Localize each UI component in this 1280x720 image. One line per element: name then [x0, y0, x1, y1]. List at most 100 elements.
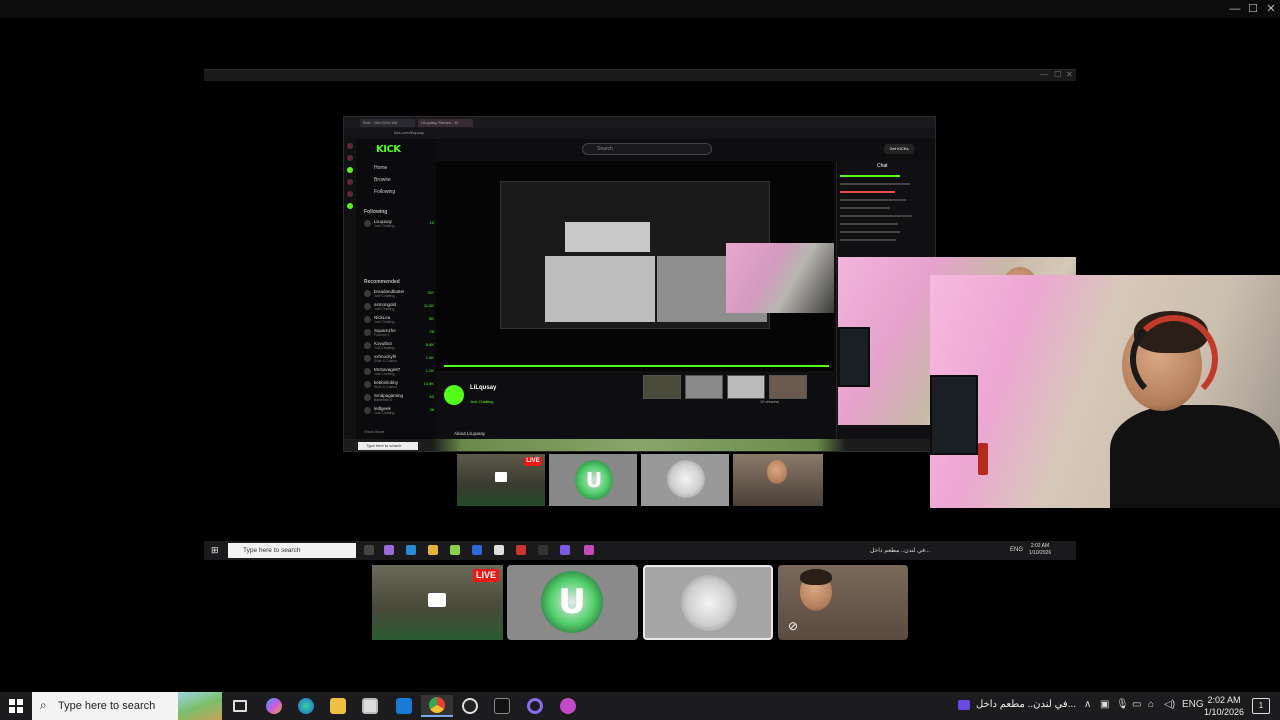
- channel-category: Pummel 2: [374, 333, 390, 337]
- window-titlebar: — ☐ ✕: [0, 0, 1280, 18]
- close-button[interactable]: ✕: [1260, 1, 1280, 17]
- inner-taskbar: ⊞ Type here to search في لندن.. مطعم داخ…: [204, 541, 1076, 560]
- tray-app-icon[interactable]: ▣: [1100, 699, 1109, 710]
- inner-clock[interactable]: 2:02 AM 1/10/2026: [1026, 543, 1054, 557]
- chrome-button[interactable]: [421, 695, 453, 717]
- following-channel[interactable]: LiLqusay Just Chatting 10: [364, 219, 434, 229]
- edge-icon[interactable]: [406, 545, 416, 555]
- show-more-link[interactable]: Show More: [364, 429, 384, 434]
- viewer-count: 11.9K: [423, 303, 434, 308]
- video-progress-bar[interactable]: [444, 365, 829, 367]
- avatar: [364, 394, 371, 401]
- microphone-icon[interactable]: 🎙: [1116, 699, 1129, 710]
- thumbnail-screen-large[interactable]: LIVE: [372, 565, 503, 640]
- network-icon[interactable]: ⌂: [1148, 699, 1154, 710]
- terminal-icon[interactable]: [538, 545, 548, 555]
- channel-category: Just Chatting: [374, 411, 395, 415]
- battery-icon[interactable]: ▭: [1132, 699, 1141, 710]
- news-ticker[interactable]: في لندن.. مطعم داخل...: [976, 699, 1076, 710]
- search-highlight-image: [178, 692, 222, 720]
- globe-avatar-icon: [667, 460, 705, 498]
- globe-avatar-icon: [681, 575, 737, 631]
- edge-icon: [298, 698, 314, 714]
- browser-tab[interactable]: Kick - Get Chi's Vid: [360, 119, 415, 127]
- viewer-count: 36: [429, 407, 434, 412]
- discord-button[interactable]: [552, 695, 584, 717]
- recommended-channel[interactable]: McSavage87 Just Chatting 1.2K: [364, 367, 434, 377]
- terminal-button[interactable]: [486, 695, 518, 717]
- terminal-icon: [494, 698, 510, 714]
- thumbnail-webcam[interactable]: [733, 454, 823, 506]
- store-button[interactable]: [354, 695, 386, 717]
- avatar: [364, 355, 371, 362]
- edge-button[interactable]: [290, 695, 322, 717]
- clock-time: 2:02 AM: [1207, 695, 1241, 705]
- windows-start-icon[interactable]: ⊞: [211, 545, 219, 556]
- obs-button[interactable]: [454, 695, 486, 717]
- mic-off-icon: ⊘: [788, 619, 799, 633]
- language-indicator[interactable]: ENG: [1010, 547, 1023, 553]
- video-player[interactable]: [436, 161, 834, 399]
- streamer-name[interactable]: LiLqusay: [470, 385, 496, 391]
- recommended-channel[interactable]: xxhnockyhl Slots & Casino 1.5K: [364, 354, 434, 364]
- app-button[interactable]: [519, 695, 551, 717]
- thumbnail-logo-large[interactable]: U: [507, 565, 638, 640]
- thumbnail-avatar[interactable]: [641, 454, 729, 506]
- channel-category: Just Chatting: [374, 224, 395, 228]
- recommended-channel[interactable]: ledlgeek Just Chatting 36: [364, 406, 434, 416]
- mail-icon[interactable]: [472, 545, 482, 555]
- channel-logo-icon: U: [575, 460, 613, 500]
- browser-urlbar[interactable]: kick.com/lilqusay: [344, 128, 935, 139]
- news-ticker[interactable]: في لندن.. مطعم داخل...: [870, 547, 930, 554]
- recommended-channel[interactable]: Smdpagaming Battlefield 6 63: [364, 393, 434, 403]
- recommended-channel[interactable]: breadandbutter Just Chatting 257: [364, 289, 434, 299]
- task-view-button[interactable]: [224, 695, 256, 717]
- outlook-button[interactable]: [388, 695, 420, 717]
- sidebar-item-browse[interactable]: Browse: [374, 177, 391, 183]
- store-icon[interactable]: [450, 545, 460, 555]
- taskbar-clock[interactable]: 2:02 AM 1/10/2026: [1200, 694, 1248, 718]
- recommended-channel[interactable]: Kovutbot Just Chatting 5.6K: [364, 341, 434, 351]
- thumbnail-webcam-large[interactable]: ⊘: [778, 565, 908, 640]
- chrome-icon[interactable]: [494, 545, 504, 555]
- streamer-avatar[interactable]: [444, 385, 464, 405]
- browser-side-rail: [344, 139, 356, 439]
- notification-button[interactable]: 1: [1252, 698, 1270, 714]
- copilot-button[interactable]: [258, 695, 290, 717]
- sidebar-item-home[interactable]: Home: [374, 165, 387, 171]
- explorer-icon[interactable]: [428, 545, 438, 555]
- file-explorer-button[interactable]: [322, 695, 354, 717]
- obs-icon: [462, 698, 478, 714]
- recommended-channel[interactable]: asmongold Just Chatting 11.9K: [364, 302, 434, 312]
- thumbnail-screen[interactable]: LIVE: [457, 454, 545, 506]
- start-button[interactable]: [0, 692, 32, 720]
- sidebar-item-following[interactable]: Following: [374, 189, 395, 195]
- kick-search-input[interactable]: Search: [582, 143, 712, 155]
- taskbar-search[interactable]: ⌕ Type here to search: [32, 692, 222, 720]
- discord-icon[interactable]: [584, 545, 594, 555]
- inner-close-icon[interactable]: ✕: [1066, 70, 1073, 79]
- inner-maximize-icon[interactable]: ☐: [1054, 70, 1061, 79]
- copilot-icon[interactable]: [384, 545, 394, 555]
- inner-minimize-icon[interactable]: —: [1040, 70, 1048, 79]
- recommended-channel[interactable]: kebbinlobby Slots & Casino 13.9K: [364, 380, 434, 390]
- recommended-channel[interactable]: NickLea Just Chatting 5K: [364, 315, 434, 325]
- browser-tab-active[interactable]: LiLquasy Stream - Ki: [418, 119, 473, 127]
- volume-icon[interactable]: ◁): [1164, 699, 1175, 710]
- thumbnail-avatar-large[interactable]: [643, 565, 773, 640]
- streamer-category[interactable]: Just Chatting: [470, 399, 493, 404]
- channel-category: Battlefield 6: [374, 398, 393, 402]
- inner-search-input[interactable]: Type here to search: [228, 543, 356, 558]
- mail-icon: [396, 698, 412, 714]
- nested-taskbar-search: Type here to search: [358, 442, 418, 450]
- url-text[interactable]: kick.com/lilqusay: [394, 130, 424, 135]
- viewer-count: 10: [429, 220, 434, 225]
- get-kicks-button[interactable]: Get KICKs: [884, 144, 914, 154]
- kick-logo[interactable]: KICK: [376, 144, 401, 155]
- task-view-icon[interactable]: [364, 545, 374, 555]
- tray-chevron-icon[interactable]: ∧: [1084, 699, 1091, 710]
- thumbnail-logo[interactable]: U: [549, 454, 637, 506]
- app-icon[interactable]: [560, 545, 570, 555]
- obs-icon[interactable]: [516, 545, 526, 555]
- recommended-channel[interactable]: Squarnzhe Pummel 2 28: [364, 328, 434, 338]
